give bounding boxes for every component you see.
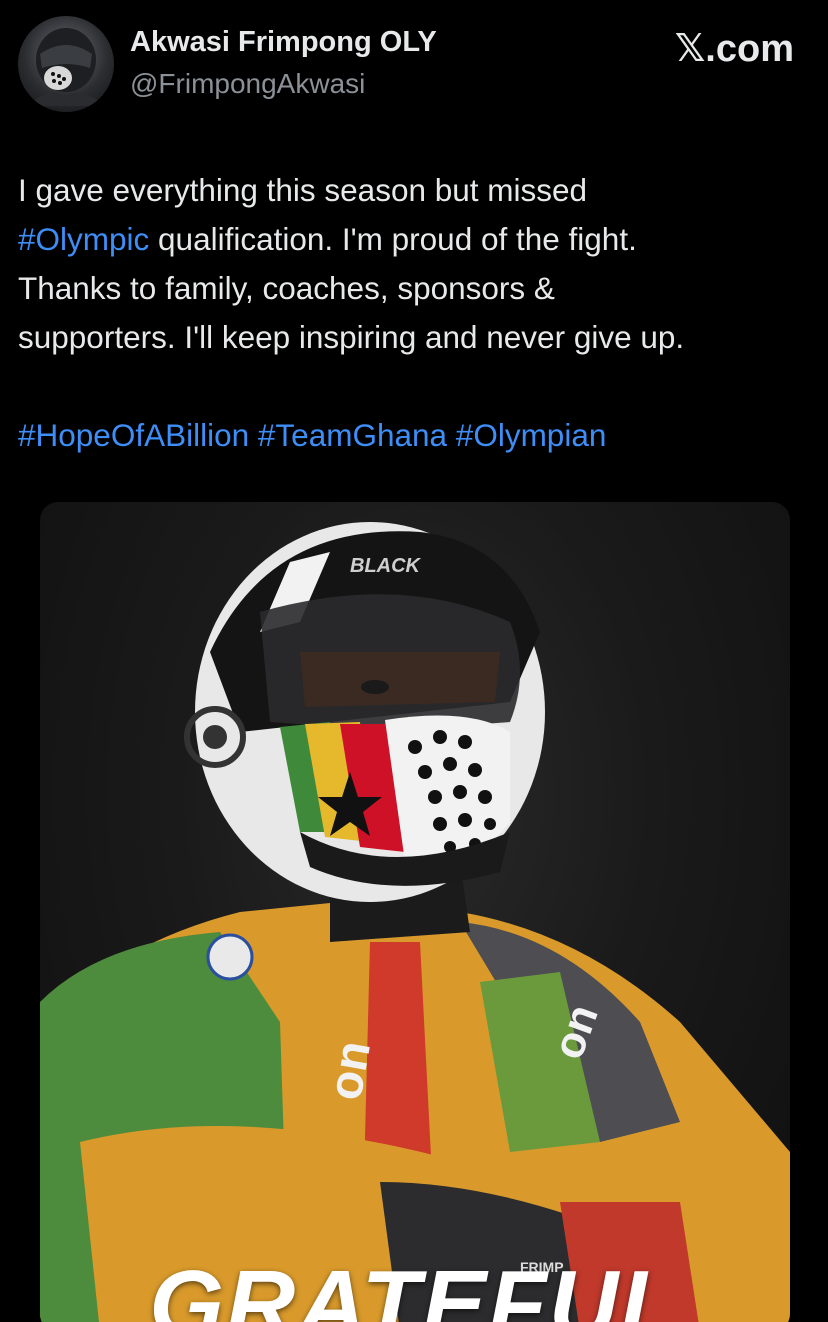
helmet-text: BLACK <box>350 555 422 577</box>
tweet-line-3: Thanks to family, coaches, sponsors & <box>18 270 555 306</box>
x-logo-label: 𝕏.com <box>674 28 794 70</box>
author-avatar[interactable] <box>18 16 114 112</box>
media-caption: GRATEFUL <box>149 1251 681 1322</box>
author-handle[interactable]: @FrimpongAkwasi <box>130 68 365 100</box>
tweet-text: I gave everything this season but missed… <box>18 166 808 460</box>
hashtag-link-olympic[interactable]: #Olympic <box>18 221 149 257</box>
hashtag-link[interactable]: #TeamGhana <box>258 417 447 453</box>
author-name[interactable]: Akwasi Frimpong OLY <box>130 26 437 59</box>
sponsor-mark-left: on <box>319 1037 381 1104</box>
avatar-helmet-icon <box>28 28 104 106</box>
tweet-line-4: supporters. I'll keep inspiring and neve… <box>18 319 685 355</box>
athlete-illustration: FRIMP on on BLACK <box>40 522 790 1322</box>
hashtag-link[interactable]: #Olympian <box>456 417 607 453</box>
tweet-hashtags: #HopeOfABillion #TeamGhana #Olympian <box>18 411 808 460</box>
tweet-line-1: I gave everything this season but missed <box>18 172 588 208</box>
tweet-spacer <box>18 362 808 411</box>
tweet-media-image[interactable]: FRIMP on on BLACK GRATEFUL <box>40 502 790 1322</box>
tweet-line-2: #Olympic qualification. I'm proud of the… <box>18 215 808 264</box>
tweet-line-2-text: qualification. I'm proud of the fight. <box>149 221 637 257</box>
tweet-screenshot: Akwasi Frimpong OLY @FrimpongAkwasi 𝕏.co… <box>0 0 828 1322</box>
hashtag-link[interactable]: #HopeOfABillion <box>18 417 249 453</box>
